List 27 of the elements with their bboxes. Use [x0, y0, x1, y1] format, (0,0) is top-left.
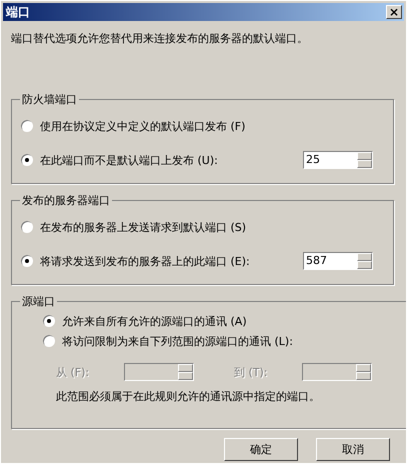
option-label: 使用在协议定义中定义的默认端口发布 (F) — [40, 118, 246, 134]
radio-button[interactable] — [20, 119, 34, 133]
port-spinbox[interactable]: 587 — [303, 252, 373, 270]
window-title: 端口 — [6, 4, 30, 20]
option-label: 在此端口而不是默认端口上发布 (U): — [40, 152, 219, 168]
port-spinbox[interactable] — [124, 363, 194, 381]
radio-button[interactable] — [42, 334, 56, 348]
port-spinbox[interactable]: 25 — [303, 151, 373, 169]
radio-button[interactable] — [20, 220, 34, 234]
radio-button[interactable] — [42, 314, 56, 328]
close-button[interactable]: × — [386, 5, 402, 19]
description-text: 端口替代选项允许您替代用来连接发布的服务器的默认端口。 — [11, 31, 309, 46]
radio-button[interactable] — [20, 153, 34, 167]
note-text: 此范围必须属于在此规则允许的通讯源中指定的端口。 — [55, 389, 321, 404]
dialog-button[interactable]: 确定 — [224, 438, 298, 461]
range-label: 从 (F): — [56, 364, 90, 380]
option-label: 将请求发送到发布的服务器上的此端口 (E): — [40, 254, 251, 268]
range-label: 到 (T): — [234, 364, 269, 380]
group-title: 防火墙端口 — [21, 92, 78, 107]
group-title: 源端口 — [21, 294, 56, 309]
option-label: 允许来自所有允许的源端口的通讯 (A) — [62, 314, 248, 328]
group-title: 发布的服务器端口 — [21, 193, 111, 208]
port-spinbox[interactable] — [302, 363, 372, 381]
radio-button[interactable] — [20, 254, 34, 268]
dialog-button[interactable]: 取消 — [316, 438, 390, 461]
option-label: 将访问限制为来自下列范围的源端口的通讯 (L): — [62, 334, 294, 348]
option-label: 在发布的服务器上发送请求到默认端口 (S) — [40, 220, 248, 234]
